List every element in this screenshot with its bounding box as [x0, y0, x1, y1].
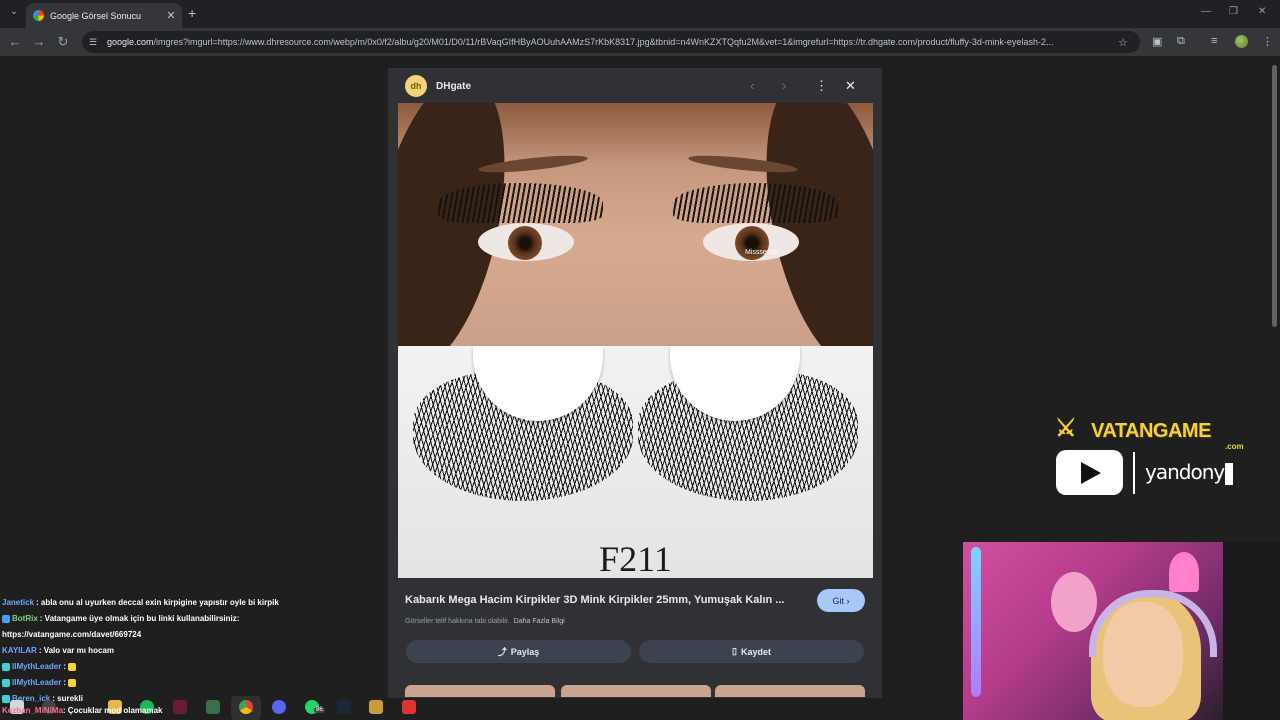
chat-message: llMythLeader:	[2, 660, 322, 676]
go-button[interactable]: Git ›	[817, 589, 865, 612]
channel-name: yandony	[1145, 460, 1234, 485]
close-panel-icon[interactable]: ✕	[845, 78, 856, 94]
app-icon[interactable]	[206, 700, 220, 714]
related-thumbnail[interactable]	[561, 685, 711, 697]
previous-icon[interactable]: ‹	[750, 78, 754, 93]
chrome-icon[interactable]	[239, 700, 253, 714]
app-icon[interactable]	[173, 700, 187, 714]
minimize-icon[interactable]: —	[1201, 6, 1211, 17]
emote-icon	[68, 662, 77, 671]
share-icon: ⤴	[497, 647, 507, 657]
profile-avatar[interactable]	[1235, 35, 1248, 48]
bookmark-icon: ▯	[732, 646, 737, 656]
tab-title: Google Görsel Sonucu	[50, 10, 142, 21]
browser-toolbar: ← → ↻ ☰ google.com/imgres?imgurl=https:/…	[0, 28, 1280, 56]
panel-header: dh DHgate	[405, 75, 471, 97]
image-watermark: Misssecret	[745, 249, 779, 256]
google-favicon-icon	[33, 10, 44, 21]
url-text[interactable]: google.com/imgres?imgurl=https://www.dhr…	[107, 37, 1118, 47]
chat-message: BotRix: Vatangame üye olmak için bu link…	[2, 612, 322, 628]
forward-icon[interactable]: →	[31, 34, 47, 49]
address-bar[interactable]: ☰ google.com/imgres?imgurl=https://www.d…	[82, 31, 1140, 53]
chat-message: KAYILAR: Valo var mı hocam	[2, 646, 114, 655]
tab-search-icon[interactable]: ⌄	[6, 6, 22, 22]
vatangame-mark-icon: ⚔	[1055, 415, 1077, 442]
product-code: F211	[599, 539, 672, 578]
restore-icon[interactable]: ❐	[1229, 6, 1238, 17]
brand-name: VATANGAME	[1091, 420, 1211, 442]
back-icon[interactable]: ←	[7, 34, 23, 49]
related-thumbnail[interactable]	[715, 685, 865, 697]
dhgate-logo[interactable]: dh	[405, 75, 427, 97]
extensions-icon[interactable]: ⧉	[1177, 35, 1185, 48]
more-options-icon[interactable]: ⋮	[815, 78, 828, 94]
webcam-edge	[1223, 542, 1280, 720]
tab-strip: ⌄ Google Görsel Sonucu ✕ + — ❐ ✕	[0, 0, 1280, 28]
emote-icon	[68, 678, 77, 687]
save-label: Kaydet	[740, 646, 771, 657]
browser-tab[interactable]: Google Görsel Sonucu ✕	[26, 3, 182, 28]
reload-icon[interactable]: ↻	[55, 34, 71, 50]
riot-client-icon[interactable]	[402, 700, 416, 714]
vatangame-overlay: ⚔ VATANGAME .com yandony	[1055, 414, 1265, 500]
copyright-note: Görseller telif hakkına tabi olabilir. Da…	[405, 618, 565, 625]
model-eyes-photo: Misssecret	[398, 103, 873, 346]
share-button[interactable]: ⤴ Paylaş	[406, 640, 631, 663]
product-title[interactable]: Kabarık Mega Hacim Kirpikler 3D Mink Kir…	[405, 594, 784, 606]
chat-message: Janetick: abla onu al uyurken deccal exi…	[2, 598, 279, 607]
discord-icon[interactable]	[272, 700, 286, 714]
stream-chat: Janetick: abla onu al uyurken deccal exi…	[2, 596, 322, 708]
league-icon[interactable]	[369, 700, 383, 714]
lens-icon[interactable]: ▣	[1152, 35, 1162, 48]
webcam-feed	[963, 542, 1223, 720]
next-icon[interactable]: ›	[782, 78, 786, 93]
share-label: Paylaş	[510, 646, 540, 657]
sub-badge-icon	[2, 662, 10, 671]
steam-icon[interactable]	[337, 700, 351, 714]
media-icon[interactable]: ≡	[1211, 35, 1217, 47]
new-tab-button[interactable]: +	[188, 5, 196, 21]
youtube-logo-icon	[1056, 450, 1123, 495]
brand-suffix: .com	[1225, 442, 1244, 451]
source-name[interactable]: DHgate	[436, 81, 471, 92]
menu-icon[interactable]: ⋮	[1262, 35, 1273, 48]
lash-tray-photo: F211	[398, 346, 873, 578]
save-button[interactable]: ▯ Kaydet	[639, 640, 864, 663]
site-info-icon[interactable]: ☰	[89, 37, 101, 47]
product-image[interactable]: Misssecret F211	[398, 103, 873, 578]
notification-badge: 86	[314, 707, 325, 713]
sub-badge-icon	[2, 678, 10, 687]
bot-badge-icon	[2, 614, 10, 623]
chat-message: llMythLeader:	[2, 676, 322, 692]
divider	[1133, 452, 1135, 494]
chat-latest-message: Kezban_MiNiMa: Çocuklar mod olamamak	[2, 706, 163, 715]
tab-close-icon[interactable]: ✕	[164, 9, 178, 22]
chat-message: https://vatangame.com/davet/669724	[2, 630, 142, 639]
bookmark-star-icon[interactable]: ☆	[1118, 36, 1132, 49]
more-info-link[interactable]: Daha Fazla Bilgi	[514, 618, 565, 625]
window-close-icon[interactable]: ✕	[1258, 6, 1266, 17]
scrollbar-thumb[interactable]	[1272, 65, 1277, 327]
